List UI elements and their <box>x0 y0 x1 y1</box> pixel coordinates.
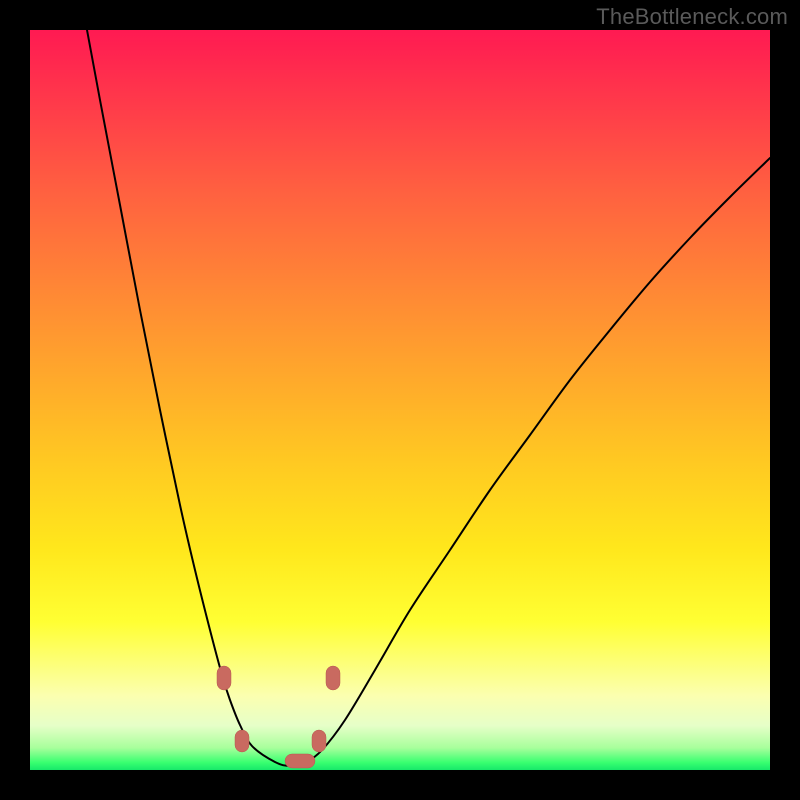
bottleneck-curve <box>87 30 770 766</box>
curve-layer <box>30 30 770 770</box>
trough-marker <box>235 730 249 752</box>
watermark-text: TheBottleneck.com <box>596 4 788 30</box>
plot-area <box>30 30 770 770</box>
trough-marker <box>326 666 340 690</box>
trough-marker <box>285 754 315 768</box>
trough-marker <box>312 730 326 752</box>
trough-marker <box>217 666 231 690</box>
outer-frame: TheBottleneck.com <box>0 0 800 800</box>
